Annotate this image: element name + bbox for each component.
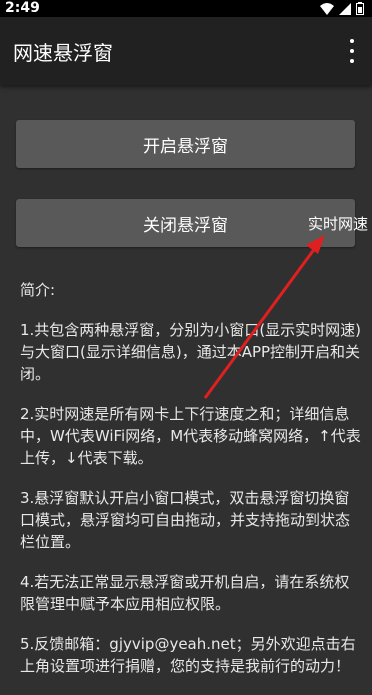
signal-icon — [339, 2, 351, 15]
intro-heading: 简介: — [20, 281, 56, 299]
intro-paragraph-1: 1.共包含两种悬浮窗，分别为小窗口(显示实时网速)与大窗口(显示详细信息)，通过… — [20, 321, 362, 383]
intro-paragraph-4: 4.若无法正常显示悬浮窗或开机自启，请在系统权限管理中赋予本应用相应权限。 — [20, 573, 350, 613]
status-bar: 2:49 — [0, 0, 372, 17]
close-floating-window-button[interactable]: 关闭悬浮窗 — [16, 199, 355, 247]
app-title: 网速悬浮窗 — [13, 41, 113, 65]
battery-icon — [356, 2, 364, 15]
more-vert-icon[interactable] — [342, 39, 362, 63]
open-floating-window-button[interactable]: 开启悬浮窗 — [16, 120, 355, 168]
intro-paragraph-3: 3.悬浮窗默认开启小窗口模式，双击悬浮窗切换窗口模式，悬浮窗均可自由拖动，并支持… — [20, 489, 351, 551]
app-bar: 网速悬浮窗 — [0, 17, 372, 85]
intro-paragraph-2: 2.实时网速是所有网卡上下行速度之和；详细信息中，W代表WiFi网络，M代表移动… — [20, 405, 361, 467]
status-time: 2:49 — [5, 0, 40, 16]
intro-section: 简介: 1.共包含两种悬浮窗，分别为小窗口(显示实时网速)与大窗口(显示详细信息… — [20, 279, 364, 695]
status-icons — [320, 2, 364, 15]
wifi-icon — [320, 2, 334, 15]
floating-speed-window[interactable]: 实时网速 — [308, 213, 368, 234]
intro-paragraph-5: 5.反馈邮箱：gjyvip@yeah.net；另外欢迎点击右上角设置项进行捐赠，… — [20, 635, 356, 675]
